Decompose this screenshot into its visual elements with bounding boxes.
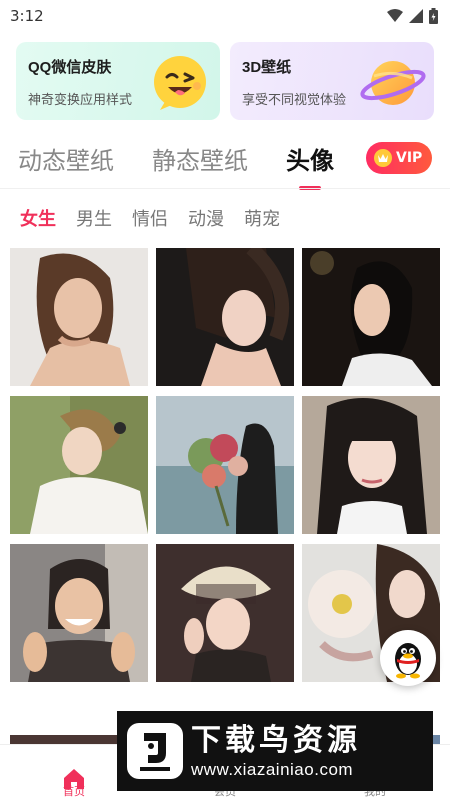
promo-row: QQ微信皮肤 神奇变换应用样式 3D壁纸 享受不同视觉体验	[16, 42, 434, 120]
signal-icon	[409, 9, 423, 23]
status-time: 3:12	[10, 7, 44, 25]
category-pets[interactable]: 萌宠	[244, 205, 280, 231]
wifi-icon	[387, 9, 403, 22]
planet-icon	[360, 61, 426, 105]
status-bar: 3:12	[0, 0, 450, 32]
tab-avatar[interactable]: 头像	[286, 141, 334, 190]
avatar-photo-6[interactable]	[302, 396, 440, 534]
watermark-banner: 下载鸟资源 www.xiazainiao.com	[117, 711, 433, 791]
winking-emoji-icon	[154, 56, 206, 110]
avatar-photo-5[interactable]	[156, 396, 294, 534]
promo-card-3d-wallpaper[interactable]: 3D壁纸 享受不同视觉体验	[230, 42, 434, 120]
tab-avatar-label: 头像	[286, 146, 334, 175]
status-icons	[387, 8, 438, 24]
category-anime[interactable]: 动漫	[188, 205, 224, 231]
nav-home[interactable]: 首页	[44, 753, 104, 799]
divider	[0, 188, 450, 189]
avatar-photo-2[interactable]	[156, 248, 294, 386]
avatar-photo-8[interactable]	[156, 544, 294, 682]
category-couples[interactable]: 情侣	[132, 205, 168, 231]
category-boys[interactable]: 男生	[76, 205, 112, 231]
vip-button[interactable]: VIP	[366, 142, 433, 174]
home-icon	[64, 769, 84, 789]
vip-label: VIP	[396, 150, 423, 166]
qq-float-button[interactable]	[380, 630, 436, 686]
avatar-grid	[10, 248, 440, 682]
bird-logo-icon	[127, 723, 183, 779]
tab-dynamic-wallpaper[interactable]: 动态壁纸	[18, 141, 114, 176]
category-tabs: 女生 男生 情侣 动漫 萌宠	[20, 203, 280, 233]
main-tabs: 动态壁纸 静态壁纸 头像 VIP	[18, 134, 438, 190]
category-girls[interactable]: 女生	[20, 205, 56, 231]
promo-card-qq-skin[interactable]: QQ微信皮肤 神奇变换应用样式	[16, 42, 220, 120]
crown-icon	[374, 149, 392, 167]
qq-penguin-icon	[395, 643, 421, 679]
avatar-photo-1[interactable]	[10, 248, 148, 386]
avatar-photo-4[interactable]	[10, 396, 148, 534]
tab-static-wallpaper[interactable]: 静态壁纸	[152, 141, 248, 176]
watermark-title: 下载鸟资源	[191, 724, 361, 757]
battery-icon	[429, 8, 438, 24]
avatar-photo-3[interactable]	[302, 248, 440, 386]
watermark-url: www.xiazainiao.com	[191, 760, 354, 779]
avatar-photo-7[interactable]	[10, 544, 148, 682]
